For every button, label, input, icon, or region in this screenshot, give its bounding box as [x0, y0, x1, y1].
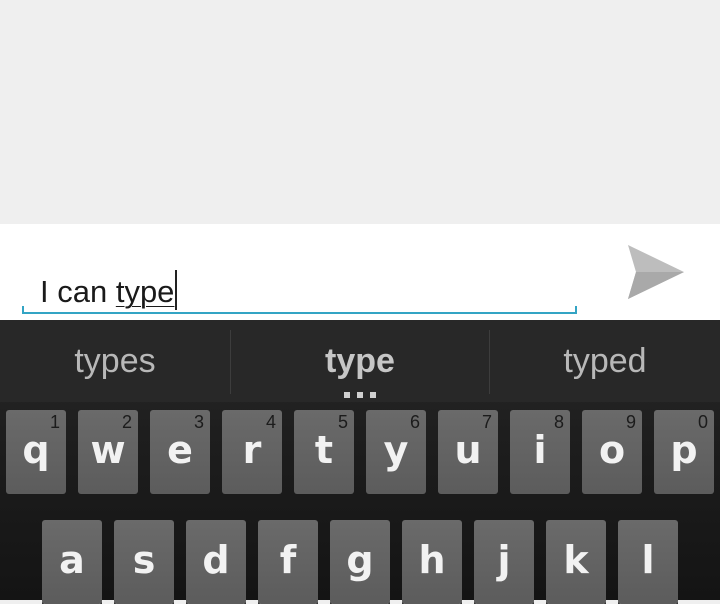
compose-bar: I can type [0, 224, 720, 320]
key-label: g [346, 538, 374, 582]
input-underline [22, 306, 577, 314]
key-label: o [598, 428, 626, 472]
key-label: q [22, 428, 50, 472]
key-label: s [132, 538, 156, 582]
suggestion-right[interactable]: typed [490, 320, 720, 402]
send-icon [628, 245, 684, 299]
composing-word: type [115, 274, 175, 309]
key-label: t [314, 428, 334, 472]
key-label: i [533, 428, 547, 472]
more-suggestions-icon[interactable] [344, 392, 376, 398]
key-w[interactable]: 2w [78, 410, 138, 494]
send-button[interactable] [620, 240, 692, 304]
message-input-text: I can type [40, 270, 178, 310]
key-y[interactable]: 6y [366, 410, 426, 494]
key-r[interactable]: 4r [222, 410, 282, 494]
key-q[interactable]: 1q [6, 410, 66, 494]
key-d[interactable]: d [186, 520, 246, 604]
key-label: l [641, 538, 655, 582]
key-label: j [497, 538, 511, 582]
key-s[interactable]: s [114, 520, 174, 604]
key-label: k [563, 538, 589, 582]
suggestion-strip: types type typed [0, 320, 720, 402]
key-e[interactable]: 3e [150, 410, 210, 494]
key-g[interactable]: g [330, 520, 390, 604]
key-o[interactable]: 9o [582, 410, 642, 494]
suggestion-left[interactable]: types [0, 320, 230, 402]
text-cursor [175, 270, 178, 310]
key-k[interactable]: k [546, 520, 606, 604]
key-label: h [418, 538, 446, 582]
message-input[interactable]: I can type [22, 242, 577, 314]
key-label: p [670, 428, 698, 472]
key-label: y [383, 428, 409, 472]
message-area [0, 0, 720, 224]
key-a[interactable]: a [42, 520, 102, 604]
key-l[interactable]: l [618, 520, 678, 604]
key-label: e [167, 428, 193, 472]
key-label: f [279, 538, 297, 582]
key-u[interactable]: 7u [438, 410, 498, 494]
key-t[interactable]: 5t [294, 410, 354, 494]
key-p[interactable]: 0p [654, 410, 714, 494]
key-h[interactable]: h [402, 520, 462, 604]
typed-text: I can [40, 274, 116, 309]
key-label: r [242, 428, 262, 472]
key-label: w [90, 428, 126, 472]
key-j[interactable]: j [474, 520, 534, 604]
key-label: a [59, 538, 85, 582]
key-label: d [202, 538, 230, 582]
key-f[interactable]: f [258, 520, 318, 604]
soft-keyboard: types type typed 1q2w3e4r5t6y7u8i9o0p as… [0, 320, 720, 604]
suggestion-center[interactable]: type [231, 320, 489, 402]
key-label: u [454, 428, 482, 472]
key-i[interactable]: 8i [510, 410, 570, 494]
